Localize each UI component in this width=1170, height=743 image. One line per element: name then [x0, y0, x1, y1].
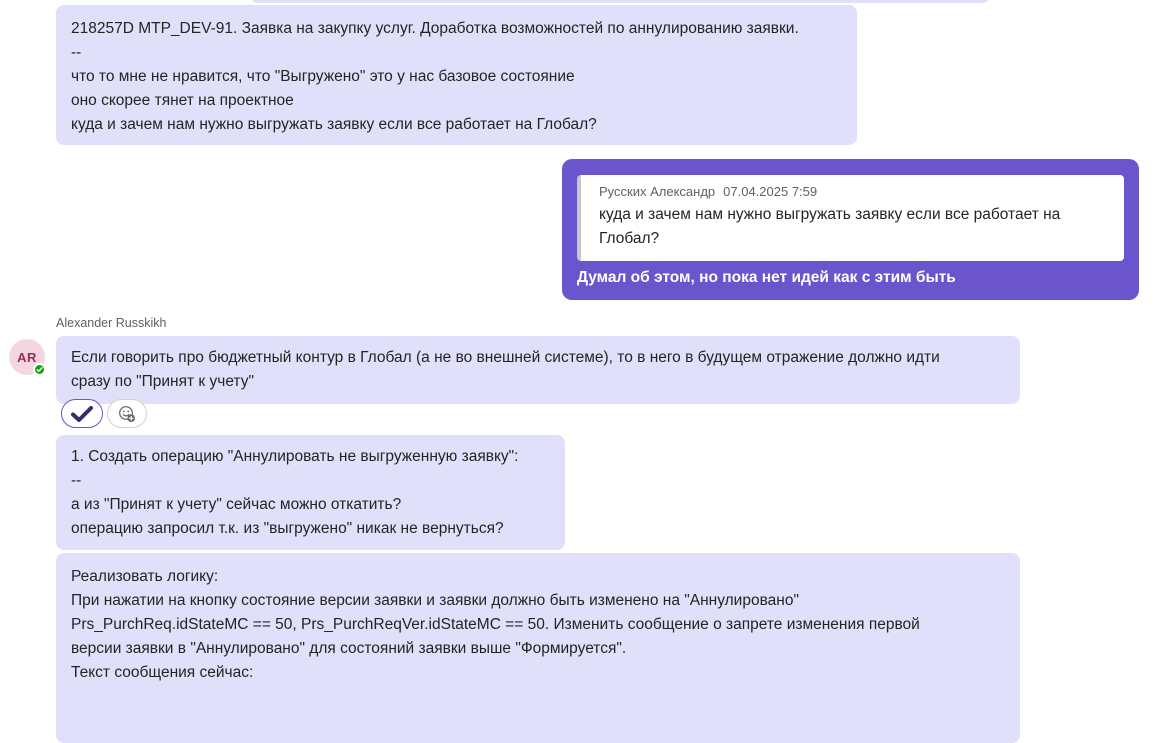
message-bubble[interactable]: Реализовать логику: При нажатии на кнопк…: [56, 553, 1020, 743]
message-line: Prs_PurchReq.idStateMC == 50, Prs_PurchR…: [71, 616, 920, 633]
quote-author: Русских Александр: [599, 184, 716, 199]
own-message-text: Думал об этом, но пока нет идей как с эт…: [577, 269, 956, 286]
quote-line: куда и зачем нам нужно выгружать заявку …: [599, 206, 1061, 223]
message-line: а из "Принят к учету" сейчас можно откат…: [71, 496, 402, 513]
message-line: что то мне не нравится, что "Выгружено" …: [71, 68, 575, 85]
checkmark-icon: [71, 405, 93, 422]
message-line: операцию запросил т.к. из "выгружено" ни…: [71, 520, 504, 537]
message-bubble[interactable]: Если говорить про бюджетный контур в Гло…: [56, 336, 1020, 404]
previous-message-bubble[interactable]: [250, 0, 990, 3]
quote-header: Русских Александр 07.04.2025 7:59: [599, 183, 1106, 201]
message-bubble[interactable]: 218257D MTP_DEV-91. Заявка на закупку ус…: [56, 5, 857, 145]
message-author: Alexander Russkikh: [56, 316, 167, 330]
quoted-message[interactable]: Русских Александр 07.04.2025 7:59 куда и …: [577, 175, 1124, 261]
reaction-checkmark[interactable]: [61, 399, 103, 428]
message-line: При нажатии на кнопку состояние версии з…: [71, 592, 799, 609]
message-line: версии заявки в "Аннулировано" для состо…: [71, 640, 627, 657]
add-reaction-icon: [119, 405, 135, 422]
message-line: 1. Создать операцию "Аннулировать не выг…: [71, 448, 519, 465]
message-bubble[interactable]: 1. Создать операцию "Аннулировать не выг…: [56, 435, 565, 550]
message-line: --: [71, 44, 82, 61]
message-line: куда и зачем нам нужно выгружать заявку …: [71, 116, 597, 133]
message-line: оно скорее тянет на проектное: [71, 92, 294, 109]
message-line: Если говорить про бюджетный контур в Гло…: [71, 349, 940, 366]
message-line: Текст сообщения сейчас:: [71, 664, 254, 681]
message-line: Реализовать логику:: [71, 568, 219, 585]
presence-available-icon: [33, 363, 46, 376]
quote-line: Глобал?: [599, 230, 660, 247]
message-line: 218257D MTP_DEV-91. Заявка на закупку ус…: [71, 20, 799, 37]
message-line: --: [71, 472, 82, 489]
message-line: сразу по "Принят к учету": [71, 373, 254, 390]
own-message-bubble[interactable]: Русских Александр 07.04.2025 7:59 куда и …: [562, 159, 1139, 300]
avatar-initials: AR: [17, 349, 37, 365]
quote-text: куда и зачем нам нужно выгружать заявку …: [599, 203, 1106, 251]
add-reaction-button[interactable]: [107, 399, 147, 428]
quote-timestamp: 07.04.2025 7:59: [723, 184, 818, 199]
